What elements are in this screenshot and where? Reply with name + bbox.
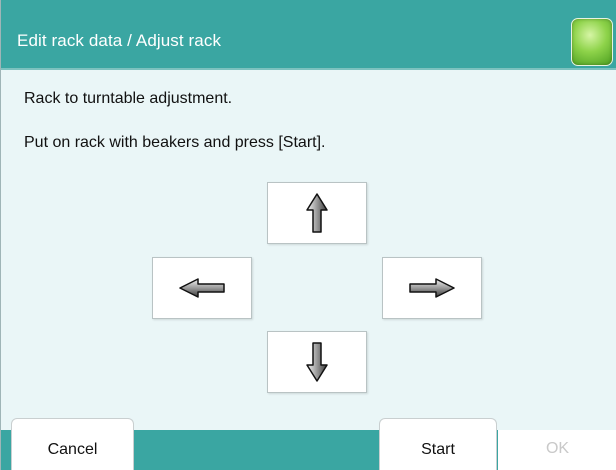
arrow-down-icon	[306, 342, 328, 382]
instruction-line-1: Rack to turntable adjustment.	[24, 90, 233, 107]
window-title: Edit rack data / Adjust rack	[17, 31, 222, 50]
adjust-rack-screen: Edit rack data / Adjust rack Rack to tur…	[0, 0, 616, 470]
arrow-right-icon	[409, 278, 455, 298]
instruction-line-2: Put on rack with beakers and press [Star…	[24, 134, 326, 151]
cancel-button[interactable]: Cancel	[11, 418, 134, 470]
move-right-button[interactable]	[382, 257, 482, 319]
ok-button-disabled: OK	[545, 440, 570, 457]
move-up-button[interactable]	[267, 182, 367, 244]
move-down-button[interactable]	[267, 331, 367, 393]
title-bar: Edit rack data / Adjust rack	[1, 0, 616, 70]
arrow-up-icon	[306, 193, 328, 233]
status-led-icon	[571, 18, 613, 66]
arrow-left-icon	[179, 278, 225, 298]
start-button[interactable]: Start	[379, 418, 497, 470]
move-left-button[interactable]	[152, 257, 252, 319]
